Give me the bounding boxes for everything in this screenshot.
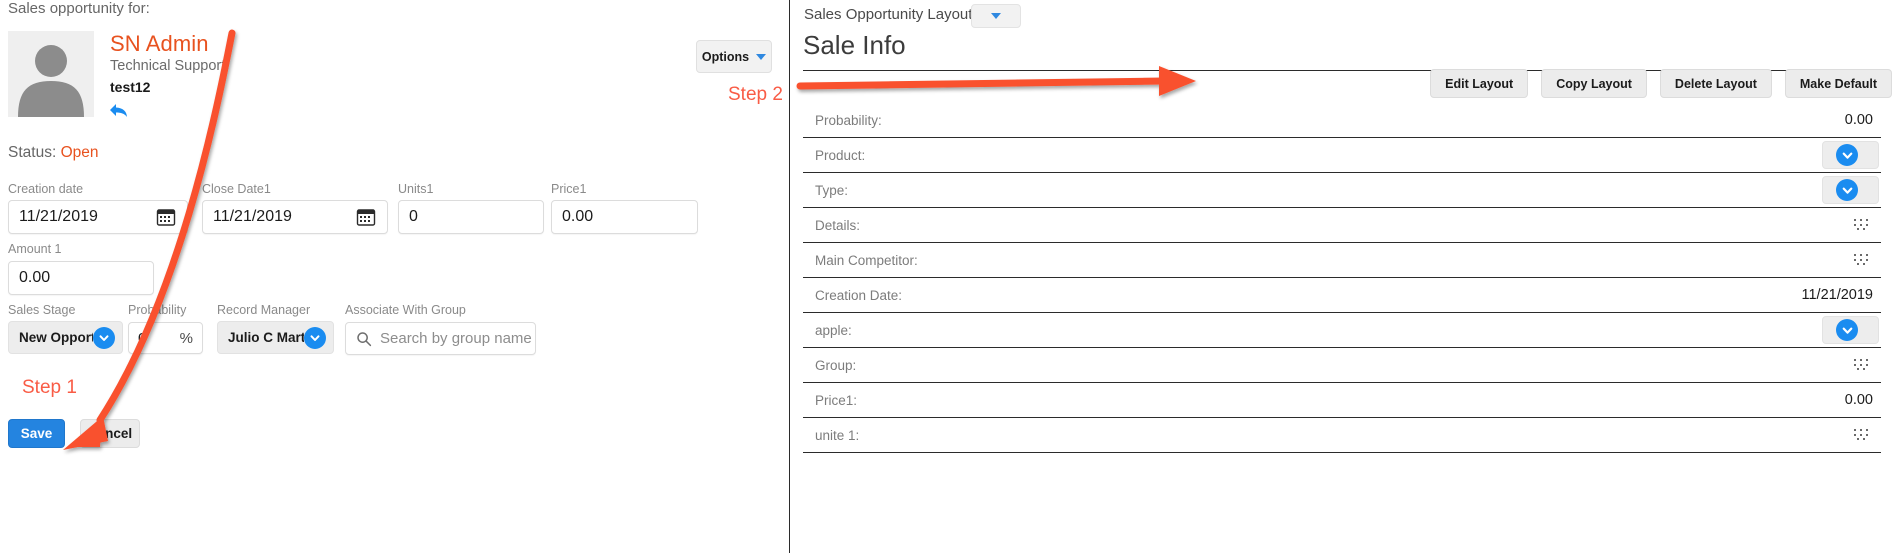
layout-field-row: Group:: [803, 348, 1881, 383]
creation-date-value: 11/21/2019: [9, 208, 155, 226]
creation-date-input[interactable]: 11/21/2019: [8, 200, 188, 234]
layout-field-label: Price1:: [803, 393, 1845, 408]
step2-annotation: Step 2: [728, 84, 783, 106]
sales-opportunity-screen: Sales opportunity for: SN Admin Technica…: [0, 0, 1894, 553]
calendar-icon[interactable]: [355, 206, 377, 228]
page-title: Sales opportunity for:: [8, 0, 150, 17]
chevron-down-icon: [991, 13, 1001, 19]
layout-field-label: Group:: [803, 358, 1854, 373]
chevron-down-icon: [1836, 144, 1858, 166]
chevron-down-icon: [1836, 319, 1858, 341]
layout-field-dropdown[interactable]: [1822, 176, 1879, 204]
make-default-button[interactable]: Make Default: [1785, 69, 1892, 98]
layout-field-row: Price1:0.00: [803, 383, 1881, 418]
layout-field-label: Details:: [803, 218, 1854, 233]
layout-field-label: Creation Date:: [803, 288, 1802, 303]
percent-symbol: %: [180, 330, 202, 347]
associate-group-label: Associate With Group: [345, 303, 466, 317]
cancel-button-label: Cancel: [88, 426, 132, 441]
layout-select-label: Sales Opportunity Layout:: [804, 6, 977, 23]
sales-stage-dropdown[interactable]: New Opportu...: [8, 321, 123, 354]
amount1-value: 0.00: [9, 269, 153, 287]
layout-select-dropdown[interactable]: [971, 4, 1021, 28]
chevron-down-icon: [93, 327, 115, 349]
probability-input[interactable]: 0 %: [128, 322, 203, 354]
panel-title: Sale Info: [803, 30, 906, 61]
layout-field-label: Product:: [803, 148, 1822, 163]
save-button-label: Save: [21, 426, 53, 441]
amount1-label: Amount 1: [8, 242, 62, 256]
layout-field-row: Product:: [803, 138, 1881, 173]
layout-field-row: unite 1:: [803, 418, 1881, 453]
price1-label: Price1: [551, 182, 586, 196]
layout-field-value: 0.00: [1845, 112, 1881, 128]
drag-handle-icon[interactable]: [1854, 359, 1881, 372]
delete-layout-button[interactable]: Delete Layout: [1660, 69, 1772, 98]
close-date1-label: Close Date1: [202, 182, 271, 196]
layout-field-value: 0.00: [1845, 392, 1881, 408]
status-row: Status: Open: [8, 144, 98, 162]
person-role: Technical Support: [110, 58, 225, 74]
units1-value: 0: [399, 208, 543, 226]
sales-opportunity-form-panel: Sales opportunity for: SN Admin Technica…: [0, 0, 789, 553]
layout-actions-toolbar: Edit Layout Copy Layout Delete Layout Ma…: [1430, 69, 1892, 98]
layout-field-label: apple:: [803, 323, 1822, 338]
layout-field-value: 11/21/2019: [1802, 287, 1882, 303]
layout-field-label: Probability:: [803, 113, 1845, 128]
copy-layout-button[interactable]: Copy Layout: [1541, 69, 1647, 98]
layout-field-row: Creation Date:11/21/2019: [803, 278, 1881, 313]
save-button[interactable]: Save: [8, 419, 65, 448]
probability-value: 0: [129, 330, 180, 347]
calendar-icon[interactable]: [155, 206, 177, 228]
probability-label: Probability: [128, 303, 186, 317]
layout-field-label: unite 1:: [803, 428, 1854, 443]
layout-field-label: Main Competitor:: [803, 253, 1854, 268]
reply-arrow-icon[interactable]: [108, 100, 130, 122]
layout-field-row: Details:: [803, 208, 1881, 243]
chevron-down-icon: [304, 327, 326, 349]
layout-field-row: apple:: [803, 313, 1881, 348]
drag-handle-icon[interactable]: [1854, 429, 1881, 442]
step1-annotation: Step 1: [22, 377, 77, 399]
status-value: Open: [61, 144, 99, 161]
sales-stage-label: Sales Stage: [8, 303, 75, 317]
layout-field-row: Type:: [803, 173, 1881, 208]
close-date1-value: 11/21/2019: [203, 208, 355, 226]
sales-stage-value: New Opportu...: [9, 330, 93, 345]
price1-value: 0.00: [552, 208, 697, 226]
avatar: [8, 31, 94, 117]
drag-handle-icon[interactable]: [1854, 254, 1881, 267]
chevron-down-icon: [1836, 179, 1858, 201]
group-search-input[interactable]: Search by group name: [345, 322, 536, 355]
layout-field-dropdown[interactable]: [1822, 141, 1879, 169]
price1-input[interactable]: 0.00: [551, 200, 698, 234]
chevron-down-icon: [756, 54, 766, 60]
layout-field-row: Probability:0.00: [803, 103, 1881, 138]
units1-label: Units1: [398, 182, 433, 196]
record-manager-value: Julio C Martinez: [218, 330, 304, 345]
status-label: Status:: [8, 144, 56, 161]
layout-field-dropdown[interactable]: [1822, 316, 1879, 344]
search-icon: [356, 331, 372, 347]
close-date1-input[interactable]: 11/21/2019: [202, 200, 388, 234]
edit-layout-button[interactable]: Edit Layout: [1430, 69, 1528, 98]
layout-field-label: Type:: [803, 183, 1822, 198]
record-manager-dropdown[interactable]: Julio C Martinez: [217, 321, 334, 354]
layout-preview-panel: Sales Opportunity Layout: Sale Info Edit…: [790, 0, 1894, 553]
record-manager-label: Record Manager: [217, 303, 310, 317]
person-subtitle: test12: [110, 79, 150, 95]
drag-handle-icon[interactable]: [1854, 219, 1881, 232]
options-button[interactable]: Options: [696, 40, 772, 73]
units1-input[interactable]: 0: [398, 200, 544, 234]
options-button-label: Options: [702, 50, 749, 64]
creation-date-label: Creation date: [8, 182, 83, 196]
amount1-input[interactable]: 0.00: [8, 261, 154, 295]
person-name: SN Admin: [110, 31, 209, 57]
group-search-placeholder: Search by group name: [372, 330, 532, 347]
layout-field-row: Main Competitor:: [803, 243, 1881, 278]
cancel-button[interactable]: Cancel: [80, 419, 140, 448]
layout-field-list: Probability:0.00Product:Type:Details:Mai…: [803, 103, 1881, 453]
